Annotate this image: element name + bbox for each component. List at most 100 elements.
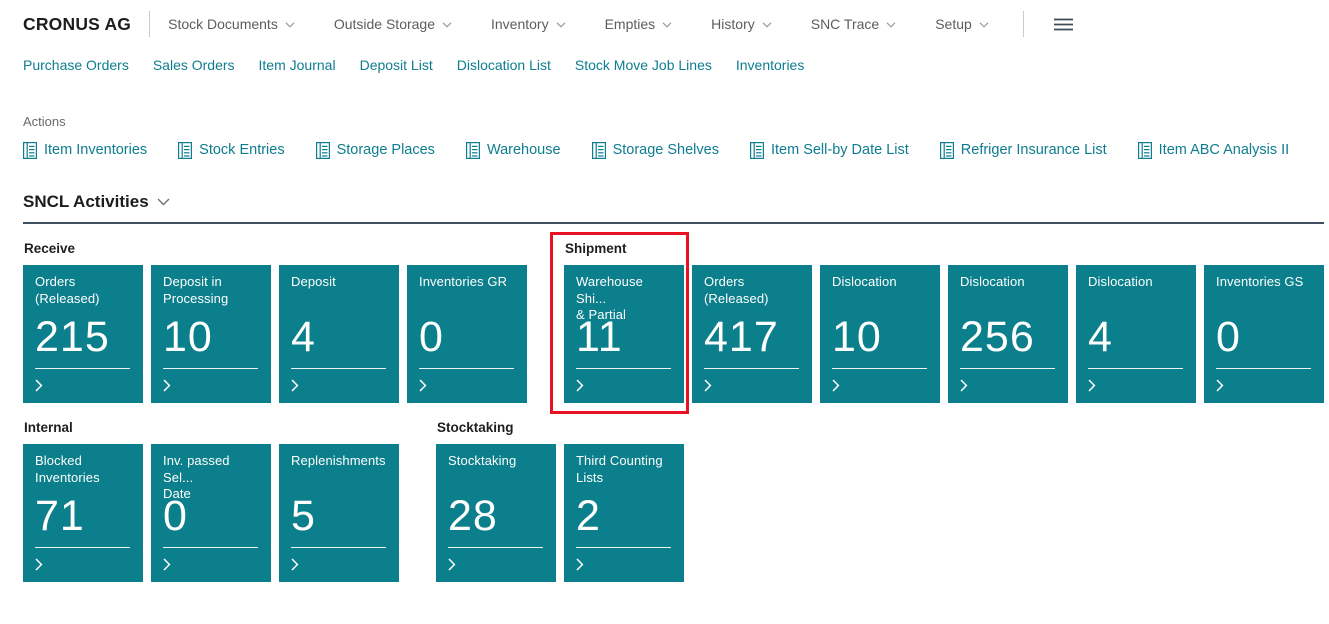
chevron-down-icon [285, 22, 295, 28]
action-link-label: Item ABC Analysis II [1159, 142, 1290, 158]
menu-item-label: History [711, 16, 755, 32]
action-refriger-insurance-list[interactable]: Refriger Insurance List [940, 142, 1107, 159]
cue-tile-divider [35, 547, 130, 548]
cue-inventories-gs[interactable]: Inventories GS 0 [1204, 265, 1324, 403]
menu-item-label: Stock Documents [168, 16, 278, 32]
list-icon [750, 142, 764, 159]
chevron-right-icon [832, 379, 840, 392]
cue-orders-released[interactable]: Orders (Released) 417 [692, 265, 812, 403]
action-link-label: Stock Entries [199, 142, 284, 158]
cue-third-counting-lists[interactable]: Third Counting Lists 2 [564, 444, 684, 582]
cue-tiles: Orders (Released) 215 Deposit in Process… [23, 265, 527, 403]
cue-group-label: Receive [24, 241, 527, 257]
cue-tile-divider [832, 368, 927, 369]
link-deposit-list[interactable]: Deposit List [360, 57, 433, 73]
section-divider [23, 222, 1324, 224]
list-icon [23, 142, 37, 159]
cue-replenishments[interactable]: Replenishments 5 [279, 444, 399, 582]
cue-tile-value: 0 [419, 312, 515, 362]
cue-tile-divider [1216, 368, 1311, 369]
cue-tile-divider [163, 547, 258, 548]
cue-tile-value: 0 [163, 491, 259, 541]
cue-tile-title: Blocked Inventories [35, 453, 131, 488]
chevron-right-icon [1088, 379, 1096, 392]
cue-tile-value: 417 [704, 312, 800, 362]
role-center-page: CRONUS AG Stock Documents Outside Storag… [0, 0, 1329, 624]
action-link-label: Storage Shelves [613, 142, 719, 158]
activities-title: SNCL Activities [23, 192, 149, 212]
cue-group-shipment: Shipment Warehouse Shi... & Partial 11 O… [564, 241, 1324, 403]
cue-orders-released[interactable]: Orders (Released) 215 [23, 265, 143, 403]
cue-deposit[interactable]: Deposit 4 [279, 265, 399, 403]
action-storage-shelves[interactable]: Storage Shelves [592, 142, 719, 159]
link-dislocation-list[interactable]: Dislocation List [457, 57, 551, 73]
action-item-abc-analysis-ii[interactable]: Item ABC Analysis II [1138, 142, 1290, 159]
cue-tile-divider [576, 368, 671, 369]
menu-outside-storage[interactable]: Outside Storage [334, 16, 452, 32]
cue-group-label: Stocktaking [437, 420, 684, 436]
cue-tile-divider [960, 368, 1055, 369]
action-item-sell-by-date-list[interactable]: Item Sell-by Date List [750, 142, 909, 159]
chevron-down-icon [886, 22, 896, 28]
main-menu: Stock Documents Outside Storage Inventor… [168, 16, 989, 32]
cue-tile-value: 28 [448, 491, 544, 541]
chevron-right-icon [291, 558, 299, 571]
menu-snc-trace[interactable]: SNC Trace [811, 16, 896, 32]
cue-tile-value: 10 [832, 312, 928, 362]
cue-tile-title: Dislocation [832, 274, 928, 309]
cue-tile-title: Stocktaking [448, 453, 544, 488]
cue-stocktaking[interactable]: Stocktaking 28 [436, 444, 556, 582]
chevron-down-icon [157, 198, 170, 206]
link-inventories[interactable]: Inventories [736, 57, 804, 73]
menu-item-label: Empties [605, 16, 656, 32]
cue-tile-divider [163, 368, 258, 369]
list-icon [466, 142, 480, 159]
menu-inventory[interactable]: Inventory [491, 16, 566, 32]
vertical-divider [149, 11, 150, 37]
action-storage-places[interactable]: Storage Places [316, 142, 435, 159]
action-warehouse[interactable]: Warehouse [466, 142, 561, 159]
menu-stock-documents[interactable]: Stock Documents [168, 16, 295, 32]
action-stock-entries[interactable]: Stock Entries [178, 142, 284, 159]
cue-tile-divider [704, 368, 799, 369]
action-link-label: Item Inventories [44, 142, 147, 158]
chevron-right-icon [704, 379, 712, 392]
link-purchase-orders[interactable]: Purchase Orders [23, 57, 129, 73]
chevron-right-icon [291, 379, 299, 392]
cue-dislocation[interactable]: Dislocation 10 [820, 265, 940, 403]
cue-dislocation[interactable]: Dislocation 256 [948, 265, 1068, 403]
cue-inv-passed-sel-date[interactable]: Inv. passed Sel... Date 0 [151, 444, 271, 582]
cue-dislocation[interactable]: Dislocation 4 [1076, 265, 1196, 403]
cue-tile-value: 4 [1088, 312, 1184, 362]
cue-tile-value: 10 [163, 312, 259, 362]
chevron-down-icon [979, 22, 989, 28]
actions-links-row: Item Inventories Stock Entries [0, 139, 1329, 161]
chevron-right-icon [163, 558, 171, 571]
actions-section-label: Actions [23, 114, 1329, 129]
cue-deposit-in-processing[interactable]: Deposit in Processing 10 [151, 265, 271, 403]
menu-history[interactable]: History [711, 16, 772, 32]
chevron-right-icon [576, 558, 584, 571]
link-item-journal[interactable]: Item Journal [259, 57, 336, 73]
activities-part-header[interactable]: SNCL Activities [23, 192, 170, 212]
cue-tile-divider [291, 368, 386, 369]
cue-inventories-gr[interactable]: Inventories GR 0 [407, 265, 527, 403]
list-icon [1138, 142, 1152, 159]
company-name: CRONUS AG [23, 14, 131, 35]
cue-tile-value: 71 [35, 491, 131, 541]
link-stock-move-job-lines[interactable]: Stock Move Job Lines [575, 57, 712, 73]
link-sales-orders[interactable]: Sales Orders [153, 57, 235, 73]
action-item-inventories[interactable]: Item Inventories [23, 142, 147, 159]
cue-group-stocktaking: Stocktaking Stocktaking 28 Third Countin… [436, 420, 684, 582]
menu-empties[interactable]: Empties [605, 16, 673, 32]
cue-tile-title: Orders (Released) [35, 274, 131, 309]
chevron-right-icon [35, 379, 43, 392]
cue-tile-title: Warehouse Shi... & Partial [576, 274, 672, 309]
menu-setup[interactable]: Setup [935, 16, 989, 32]
cue-tile-value: 215 [35, 312, 131, 362]
cue-blocked-inventories[interactable]: Blocked Inventories 71 [23, 444, 143, 582]
cue-warehouse-shi-partial[interactable]: Warehouse Shi... & Partial 11 [564, 265, 684, 403]
cue-tiles: Warehouse Shi... & Partial 11 Orders (Re… [564, 265, 1324, 403]
hamburger-menu-button[interactable] [1050, 14, 1077, 35]
chevron-right-icon [35, 558, 43, 571]
